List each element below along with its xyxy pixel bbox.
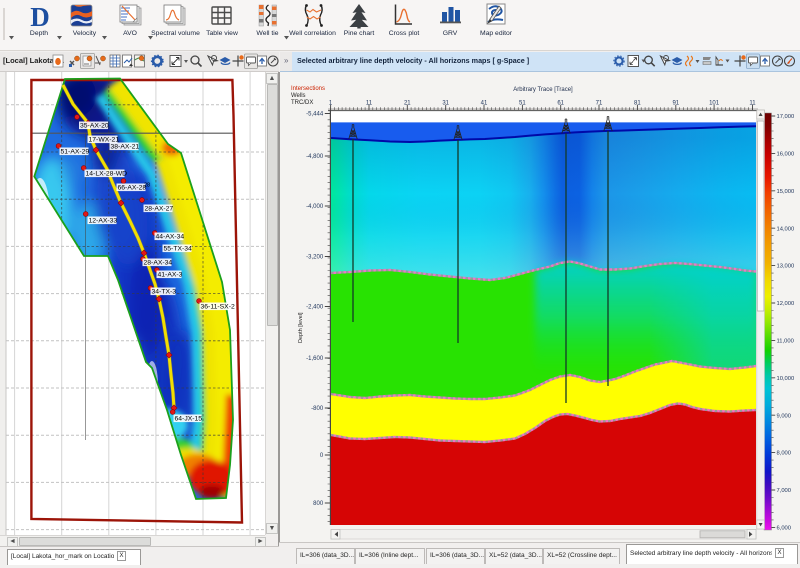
svg-text:-5,444: -5,444 <box>306 112 324 118</box>
svg-text:64-JX-15: 64-JX-15 <box>175 416 203 423</box>
svg-text:61: 61 <box>557 101 564 107</box>
svg-text:-3,200: -3,200 <box>306 255 324 261</box>
svg-text:44-AX-34: 44-AX-34 <box>156 234 185 241</box>
svg-text:13,000: 13,000 <box>777 264 795 270</box>
svg-text:11,000: 11,000 <box>777 339 794 345</box>
svg-text:36-11-SX-2: 36-11-SX-2 <box>201 304 235 311</box>
svg-text:12-AX-33: 12-AX-33 <box>89 218 118 225</box>
svg-text:28-AX-27: 28-AX-27 <box>145 206 174 213</box>
svg-text:28-AX-34: 28-AX-34 <box>144 260 173 267</box>
svg-text:Well tie: Well tie <box>256 30 278 37</box>
svg-text:38-AX-21: 38-AX-21 <box>111 144 140 151</box>
svg-text:7,000: 7,000 <box>777 488 792 494</box>
svg-text:51-AX-29: 51-AX-29 <box>61 149 90 156</box>
svg-text:Spectral volume: Spectral volume <box>151 30 200 37</box>
svg-text:6,000: 6,000 <box>777 526 792 532</box>
svg-text:35-AX-20: 35-AX-20 <box>80 123 109 130</box>
svg-text:31: 31 <box>442 101 449 107</box>
svg-text:-4,000: -4,000 <box>306 204 324 210</box>
svg-text:12,000: 12,000 <box>777 301 795 307</box>
svg-text:51: 51 <box>519 101 526 107</box>
svg-text:81: 81 <box>634 101 641 107</box>
svg-text:Velocity: Velocity <box>73 30 97 37</box>
svg-text:91: 91 <box>672 101 679 107</box>
svg-text:34-TX-3: 34-TX-3 <box>152 289 177 296</box>
svg-text:Well correlation: Well correlation <box>289 30 336 37</box>
svg-text:Depth: Depth <box>30 30 48 37</box>
svg-text:-4,800: -4,800 <box>306 154 324 160</box>
svg-text:Map editor: Map editor <box>480 30 513 37</box>
svg-text:Cross plot: Cross plot <box>389 30 420 37</box>
svg-text:101: 101 <box>709 101 720 107</box>
svg-text:-2,400: -2,400 <box>306 305 324 311</box>
svg-text:17,000: 17,000 <box>777 114 795 120</box>
svg-text:66-AX-28: 66-AX-28 <box>118 185 147 192</box>
svg-text:D: D <box>30 2 50 32</box>
svg-text:GRV: GRV <box>443 30 458 37</box>
svg-text:9,000: 9,000 <box>777 413 792 419</box>
svg-text:11: 11 <box>366 101 373 107</box>
svg-text:10,000: 10,000 <box>777 376 795 382</box>
svg-text:11: 11 <box>749 101 756 107</box>
svg-text:41-AX-3: 41-AX-3 <box>158 272 183 279</box>
svg-text:Pine chart: Pine chart <box>344 30 375 37</box>
svg-text:Wells: Wells <box>291 93 306 99</box>
svg-text:Table view: Table view <box>206 30 238 37</box>
svg-text:-800: -800 <box>311 406 324 412</box>
svg-text:55-TX-34: 55-TX-34 <box>164 246 193 253</box>
svg-text:AVO: AVO <box>123 30 137 37</box>
svg-text:14-LX-28-WD: 14-LX-28-WD <box>86 171 128 178</box>
svg-text:TRC/DX: TRC/DX <box>291 100 313 106</box>
svg-text:15,000: 15,000 <box>777 189 795 195</box>
svg-text:21: 21 <box>404 101 411 107</box>
svg-text:14,000: 14,000 <box>777 226 795 232</box>
svg-text:-1,600: -1,600 <box>306 356 324 362</box>
svg-text:Arbitrary Trace [Trace]: Arbitrary Trace [Trace] <box>513 87 573 93</box>
svg-text:8,000: 8,000 <box>777 451 792 457</box>
svg-text:71: 71 <box>596 101 603 107</box>
svg-text:16,000: 16,000 <box>777 152 795 158</box>
svg-text:Depth [level]: Depth [level] <box>298 312 304 343</box>
svg-text:41: 41 <box>481 101 488 107</box>
svg-text:Intersections: Intersections <box>291 86 325 92</box>
svg-text:28: 28 <box>144 183 150 189</box>
svg-text:800: 800 <box>313 501 324 507</box>
